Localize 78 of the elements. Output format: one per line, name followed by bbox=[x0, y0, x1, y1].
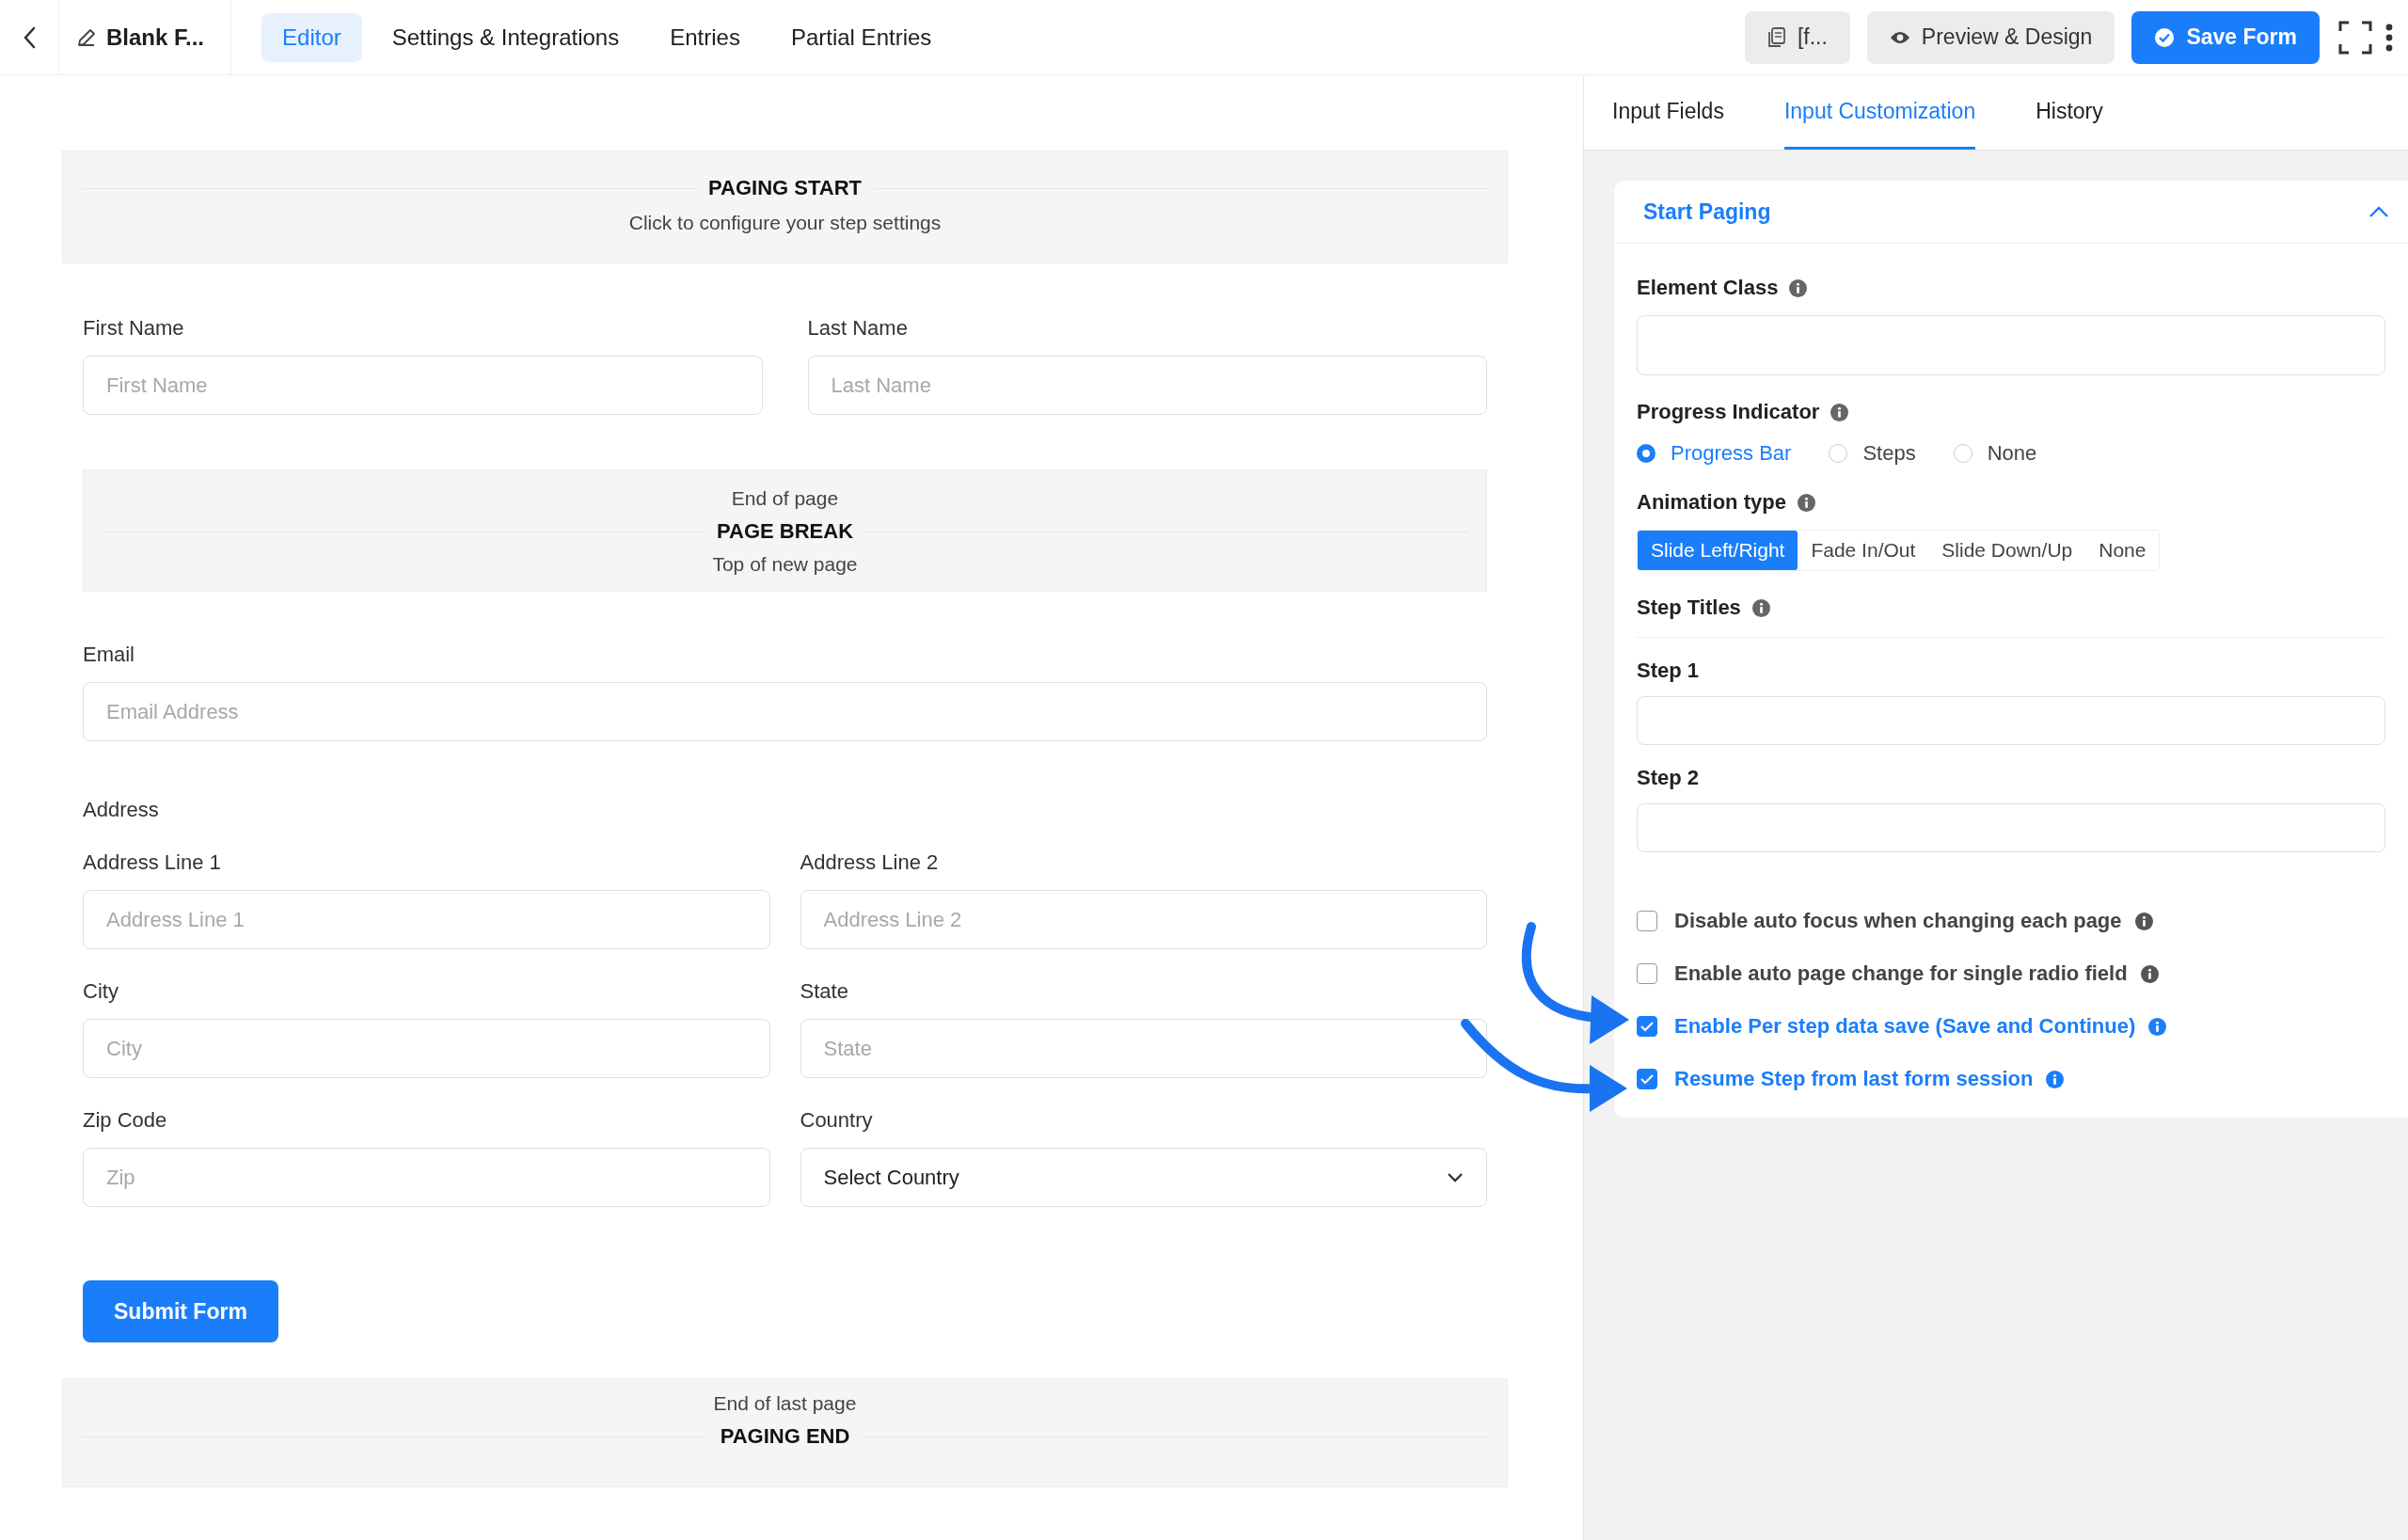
setting-label: Progress Indicator bbox=[1637, 400, 1820, 424]
segment-button[interactable]: Slide Left/Right bbox=[1638, 531, 1798, 570]
submit-button[interactable]: Submit Form bbox=[83, 1280, 278, 1342]
checkbox-label[interactable]: Enable auto page change for single radio field bbox=[1674, 961, 2128, 986]
info-icon[interactable] bbox=[2148, 1017, 2167, 1036]
input-field[interactable]: First Name bbox=[83, 356, 763, 415]
copy-icon bbox=[1766, 26, 1786, 48]
paging-start-block[interactable]: PAGING START Click to configure your step settings bbox=[62, 151, 1508, 263]
section-label: Address bbox=[83, 798, 160, 822]
block-subtitle: Click to configure your step settings bbox=[628, 212, 942, 234]
input-field[interactable]: Zip bbox=[83, 1148, 770, 1207]
step-label: Step 2 bbox=[1637, 766, 1701, 790]
step-label: Step 1 bbox=[1637, 659, 1701, 683]
field-label: State bbox=[800, 979, 849, 1004]
form-title: Blank F... bbox=[106, 24, 205, 51]
pencil-icon[interactable] bbox=[76, 26, 97, 48]
checkbox-label[interactable]: Enable Per step data save (Save and Continue) bbox=[1674, 1014, 2136, 1039]
chevron-icon[interactable] bbox=[2368, 205, 2389, 218]
input-field[interactable]: Last Name bbox=[807, 356, 1487, 415]
info-icon[interactable] bbox=[2140, 964, 2159, 983]
input-field[interactable] bbox=[1637, 315, 2385, 375]
shortcode-button[interactable]: [f... bbox=[1744, 10, 1850, 64]
page-break-block[interactable]: End of page PAGE BREAK Top of new page bbox=[83, 469, 1487, 592]
checkbox[interactable] bbox=[1637, 1016, 1657, 1037]
field-label: First Name bbox=[83, 316, 185, 341]
panel-title[interactable]: Start Paging bbox=[1643, 198, 1771, 225]
input-field[interactable] bbox=[1637, 696, 2385, 745]
info-icon[interactable] bbox=[1789, 278, 1808, 297]
field-label: Zip Code bbox=[83, 1108, 168, 1133]
check-icon bbox=[1640, 1072, 1655, 1086]
checkbox-label[interactable]: Disable auto focus when changing each page bbox=[1674, 909, 2122, 933]
preview-button[interactable]: Preview & Design bbox=[1866, 10, 2115, 64]
field-label: Last Name bbox=[807, 316, 909, 341]
checkbox[interactable] bbox=[1637, 911, 1657, 931]
info-icon[interactable] bbox=[2046, 1070, 2065, 1088]
field-label: Country bbox=[800, 1108, 874, 1133]
setting-label: Element Class bbox=[1637, 276, 1779, 300]
radio-option[interactable]: None bbox=[1953, 441, 2037, 466]
fullscreen-icon[interactable] bbox=[2338, 20, 2372, 55]
radio-option[interactable]: Progress Bar bbox=[1637, 441, 1792, 466]
block-note: End of last page bbox=[713, 1392, 857, 1415]
input-field[interactable]: Address Line 1 bbox=[83, 890, 770, 949]
check-circle-icon bbox=[2154, 26, 2176, 48]
input-field[interactable]: City bbox=[83, 1019, 770, 1078]
radio-option[interactable]: Steps bbox=[1829, 441, 1916, 466]
block-note: End of page bbox=[731, 487, 839, 510]
input-field[interactable] bbox=[1637, 803, 2385, 852]
field-label: Address Line 1 bbox=[83, 850, 222, 875]
info-icon[interactable] bbox=[1830, 403, 1849, 421]
eye-icon bbox=[1889, 29, 1910, 45]
checkbox[interactable] bbox=[1637, 963, 1657, 984]
back-icon[interactable] bbox=[23, 24, 38, 50]
sidebar-tab[interactable]: Input Fields bbox=[1612, 75, 1724, 150]
info-icon[interactable] bbox=[1751, 598, 1770, 617]
save-button[interactable]: Save Form bbox=[2131, 10, 2320, 64]
field-label: Address Line 2 bbox=[800, 850, 940, 875]
caret-icon bbox=[1447, 1171, 1464, 1183]
select-field[interactable]: Select Country bbox=[800, 1148, 1487, 1207]
sidebar-tab[interactable]: Input Customization bbox=[1783, 75, 1976, 150]
input-field[interactable]: State bbox=[800, 1019, 1487, 1078]
input-field[interactable]: Address Line 2 bbox=[800, 890, 1487, 949]
checkbox[interactable] bbox=[1637, 1069, 1657, 1089]
block-note: Top of new page bbox=[712, 553, 858, 576]
check-icon bbox=[1640, 1020, 1655, 1033]
top-tab[interactable]: Partial Entries bbox=[769, 12, 953, 62]
paging-end-block[interactable]: End of last page PAGING END bbox=[62, 1378, 1508, 1487]
more-icon[interactable] bbox=[2385, 23, 2393, 52]
info-icon[interactable] bbox=[2134, 912, 2153, 930]
setting-label: Animation type bbox=[1637, 490, 1786, 515]
top-tab[interactable]: Entries bbox=[649, 12, 761, 62]
checkbox-label[interactable]: Resume Step from last form session bbox=[1674, 1067, 2034, 1091]
info-icon[interactable] bbox=[1797, 493, 1815, 512]
setting-label: Step Titles bbox=[1637, 595, 1741, 620]
input-field[interactable]: Email Address bbox=[83, 682, 1487, 741]
sidebar-tab[interactable]: History bbox=[2036, 75, 2103, 150]
field-label: Email bbox=[83, 643, 135, 667]
field-label: City bbox=[83, 979, 119, 1004]
top-tab[interactable]: Settings & Integrations bbox=[371, 12, 641, 62]
